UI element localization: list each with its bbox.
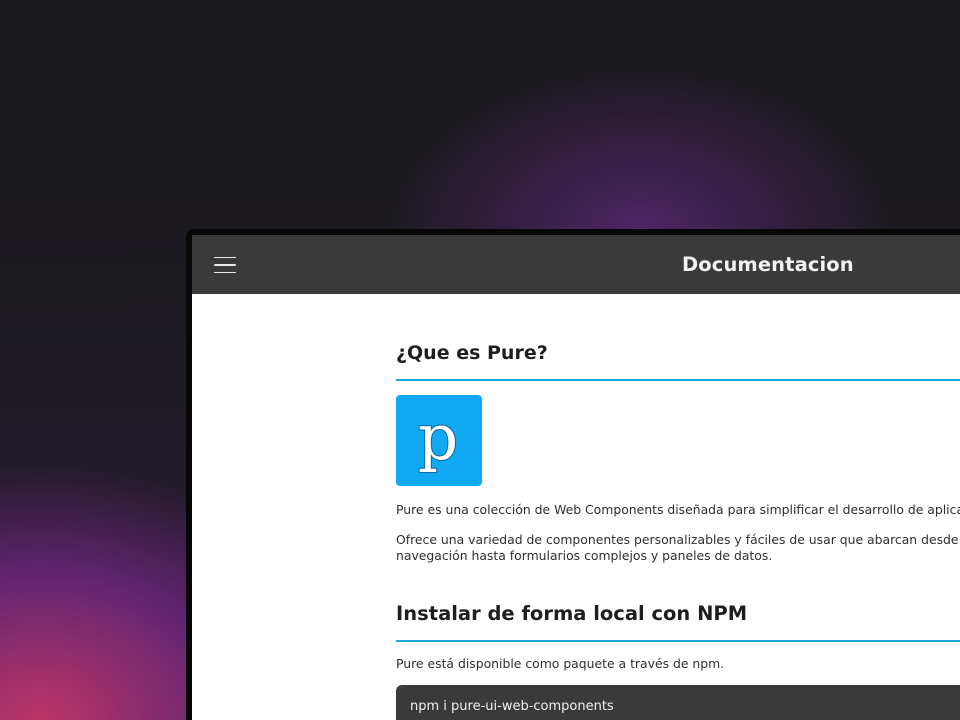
pure-logo: p (396, 395, 482, 486)
description-paragraph: Ofrece una variedad de componentes perso… (396, 532, 960, 563)
description-line: Ofrece una variedad de componentes perso… (396, 532, 960, 547)
documentation-content: ¿Que es Pure? p Pure es una colección de… (396, 294, 960, 720)
heading-divider (396, 640, 960, 642)
hamburger-menu-icon[interactable] (214, 252, 242, 278)
heading-divider (396, 379, 960, 381)
intro-paragraph: Pure es una colección de Web Components … (396, 502, 960, 517)
app-window: Documentacion ¿Que es Pure? p Pure es un… (186, 229, 960, 720)
top-app-bar: Documentacion (192, 235, 960, 294)
npm-availability-text: Pure está disponible como paquete a trav… (396, 656, 725, 671)
app-viewport: Documentacion ¿Que es Pure? p Pure es un… (192, 235, 960, 720)
description-line: navegación hasta formularios complejos y… (396, 547, 773, 563)
install-npm-heading: Instalar de forma local con NPM (396, 602, 748, 625)
menu-line (214, 256, 236, 259)
logo-letter: p (418, 401, 458, 474)
npm-install-command[interactable]: npm i pure-ui-web-components (410, 699, 614, 714)
page-title: Documentacion (682, 253, 854, 276)
what-is-pure-heading: ¿Que es Pure? (396, 342, 548, 364)
npm-command-code-block[interactable]: npm i pure-ui-web-components (396, 685, 960, 720)
menu-line (214, 271, 236, 274)
menu-line (214, 264, 236, 266)
